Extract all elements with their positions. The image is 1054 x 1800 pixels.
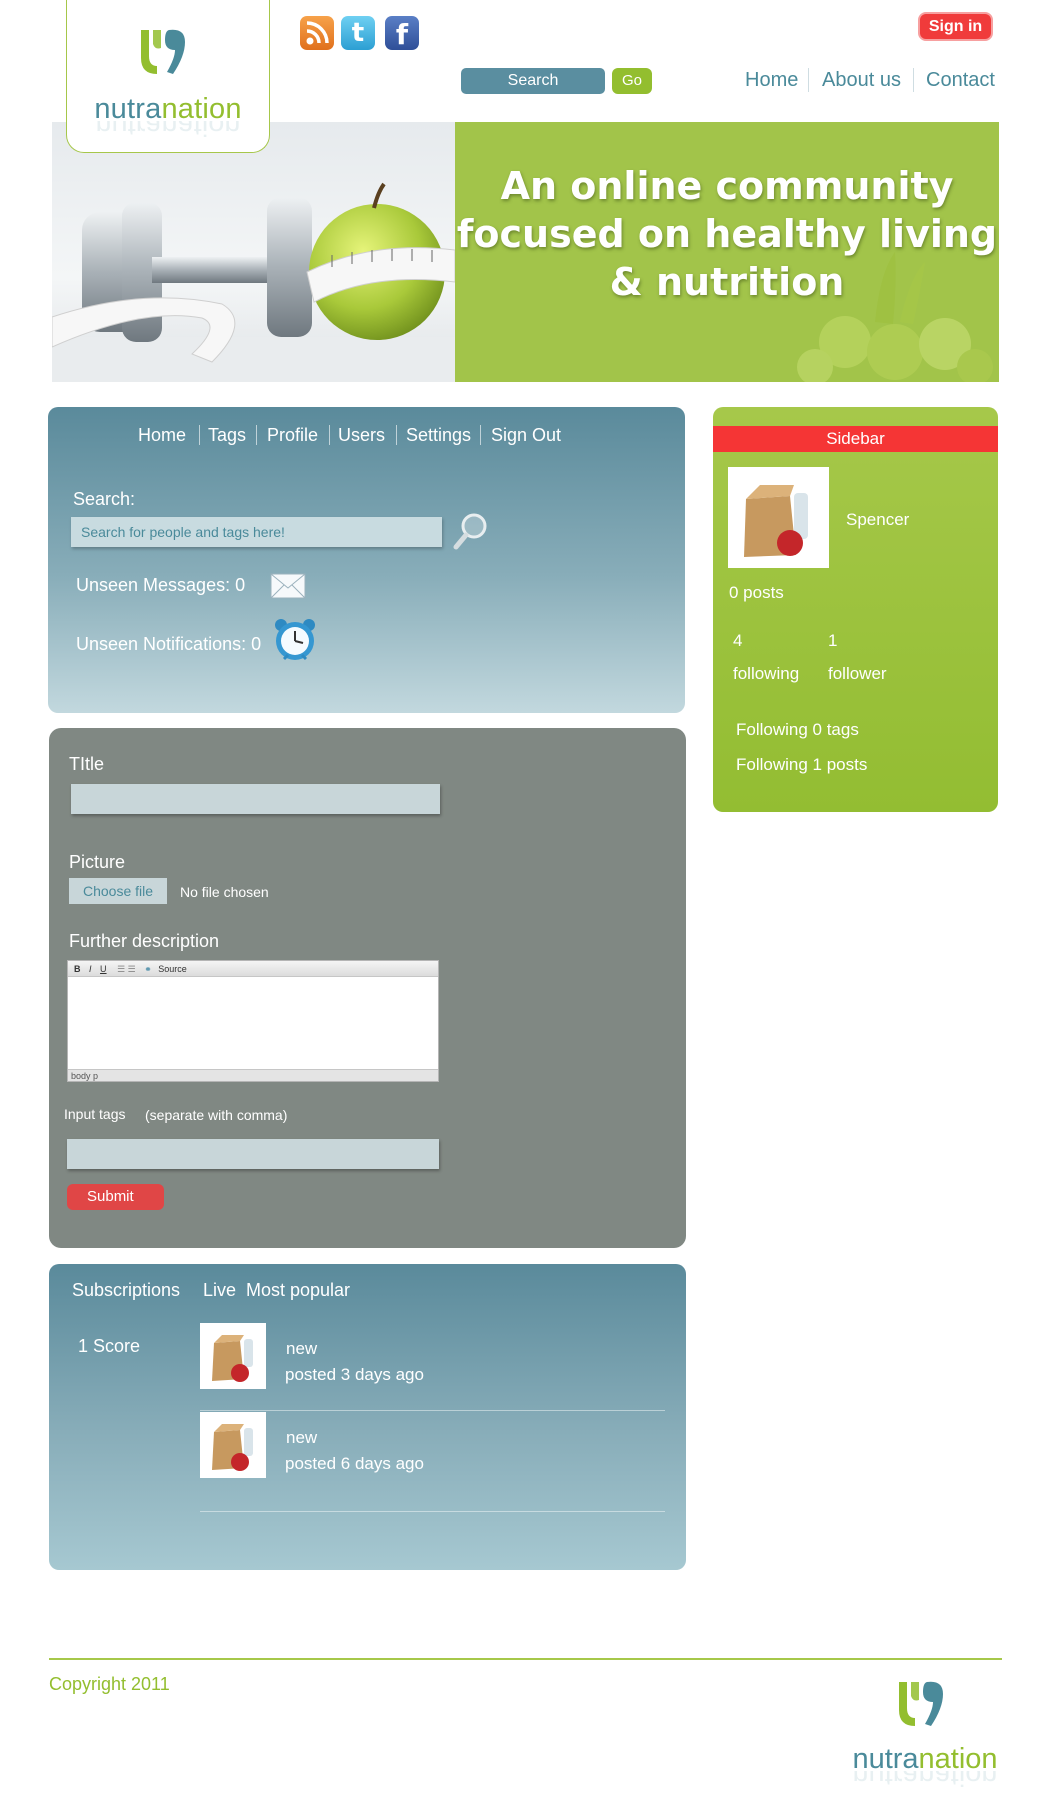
avatar[interactable] [728, 467, 829, 568]
tab-live[interactable]: Live [203, 1280, 236, 1301]
following-posts[interactable]: Following 1 posts [736, 755, 867, 775]
envelope-icon[interactable] [270, 573, 306, 599]
unseen-notifications: Unseen Notifications: 0 [76, 634, 262, 654]
header-search-input[interactable]: Search [461, 68, 605, 94]
twitter-icon[interactable]: t [341, 16, 375, 50]
facebook-glyph: f [395, 18, 409, 51]
panel-nav-profile[interactable]: Profile [267, 423, 318, 447]
post-meta: posted 3 days ago [285, 1365, 424, 1384]
picture-label: Picture [69, 852, 126, 872]
post-thumbnail[interactable] [200, 1323, 266, 1389]
sign-in-button[interactable]: Sign in [918, 12, 993, 41]
nav-contact[interactable]: Contact [926, 68, 995, 92]
alarm-clock-icon[interactable] [272, 617, 318, 663]
post-meta: posted 6 days ago [285, 1454, 424, 1473]
follower-count: 1 [828, 631, 838, 650]
logo-reflect-nation: nation [161, 121, 241, 141]
italic-button[interactable]: I [89, 964, 92, 974]
link-icon[interactable]: ⚭ [144, 964, 152, 974]
hero-tagline: An online community focused on healthy l… [455, 162, 999, 306]
post-thumbnail[interactable] [200, 1412, 266, 1478]
magnifier-icon[interactable] [452, 511, 492, 551]
tab-subscriptions[interactable]: Subscriptions [72, 1280, 180, 1301]
footer-reflect-nation: nation [918, 1771, 998, 1791]
logo-reflect-nutra: nutra [95, 121, 162, 141]
panel-nav-home[interactable]: Home [138, 423, 186, 447]
logo-mark-icon [141, 29, 185, 74]
no-file-text: No file chosen [180, 884, 269, 900]
tags-hint: (separate with comma) [145, 1107, 288, 1123]
description-label: Further description [69, 931, 220, 951]
nav-home[interactable]: Home [745, 68, 798, 92]
twitter-glyph: t [351, 18, 365, 48]
logo-reflection: nutranation [67, 121, 269, 141]
logo-mark-icon [899, 1681, 943, 1726]
post-title[interactable]: new [286, 1339, 317, 1359]
go-button[interactable]: Go [612, 68, 652, 94]
bold-button[interactable]: B [74, 964, 81, 974]
choose-file-button[interactable]: Choose file [69, 878, 167, 904]
sidebar-title: Sidebar [713, 426, 998, 452]
following-label[interactable]: following [733, 664, 799, 684]
hero-line-2: focused on healthy living [456, 212, 998, 256]
following-count: 4 [733, 631, 743, 650]
logo[interactable]: nutranation nutranation [66, 0, 270, 153]
source-button[interactable]: Source [158, 964, 187, 974]
hero-text-area: An online community focused on healthy l… [455, 122, 999, 382]
username[interactable]: Spencer [846, 510, 909, 530]
hero-line-3: & nutrition [609, 260, 845, 304]
lunch-bag-image [212, 1424, 253, 1471]
feed-panel: Subscriptions Live Most popular 1 Score … [49, 1264, 686, 1570]
editor-status-bar: body p [68, 1069, 438, 1081]
hero-banner: An online community focused on healthy l… [52, 122, 999, 382]
panel-nav-users[interactable]: Users [338, 423, 385, 447]
new-post-form: TItle Picture Choose file No file chosen… [49, 728, 686, 1248]
dumbbell-apple-illustration [52, 182, 455, 382]
search-label: Search: [73, 489, 136, 509]
footer-logo-reflection: nutranation [840, 1771, 1010, 1791]
following-tags[interactable]: Following 0 tags [736, 720, 859, 740]
facebook-icon[interactable]: f [385, 16, 419, 51]
user-panel: Home Tags Profile Users Settings Sign Ou… [48, 407, 685, 713]
hero-line-1: An online community [500, 164, 954, 208]
nav-about[interactable]: About us [822, 68, 901, 92]
rss-glyph-icon [306, 21, 329, 45]
panel-nav-tags[interactable]: Tags [208, 423, 246, 447]
unseen-messages: Unseen Messages: 0 [76, 575, 246, 595]
title-input[interactable] [71, 784, 440, 814]
footer-logo[interactable]: nutranation nutranation [840, 1678, 1010, 1793]
hero-image [52, 122, 455, 382]
rss-icon[interactable] [300, 16, 334, 50]
submit-button[interactable]: Submit [67, 1184, 164, 1210]
footer-reflect-nutra: nutra [852, 1771, 919, 1791]
sidebar: Sidebar Spencer 0 posts 4 following 1 fo… [713, 407, 998, 812]
lunch-bag-image [212, 1335, 253, 1382]
rich-text-editor[interactable]: B I U ☰ ☰ ⚭ Source body p [67, 960, 439, 1082]
underline-button[interactable]: U [100, 964, 107, 974]
editor-toolbar: B I U ☰ ☰ ⚭ Source [68, 961, 438, 977]
people-tags-search-input[interactable]: Search for people and tags here! [71, 517, 442, 547]
footer-divider [49, 1658, 1002, 1660]
panel-nav-settings[interactable]: Settings [406, 423, 471, 447]
copyright-text: Copyright 2011 [49, 1674, 170, 1694]
tags-label: Input tags [64, 1106, 126, 1122]
list-icon[interactable]: ☰ ☰ [117, 964, 136, 974]
lunch-bag-image [744, 485, 808, 557]
posts-count: 0 posts [729, 583, 784, 602]
panel-nav-signout[interactable]: Sign Out [491, 423, 561, 447]
feed-divider [200, 1410, 665, 1411]
title-label: TItle [69, 754, 105, 774]
tags-input[interactable] [67, 1139, 439, 1169]
follower-label[interactable]: follower [828, 664, 887, 684]
tab-most-popular[interactable]: Most popular [246, 1280, 350, 1301]
score-text: 1 Score [78, 1336, 141, 1356]
post-title[interactable]: new [286, 1428, 317, 1448]
feed-divider [200, 1511, 665, 1512]
